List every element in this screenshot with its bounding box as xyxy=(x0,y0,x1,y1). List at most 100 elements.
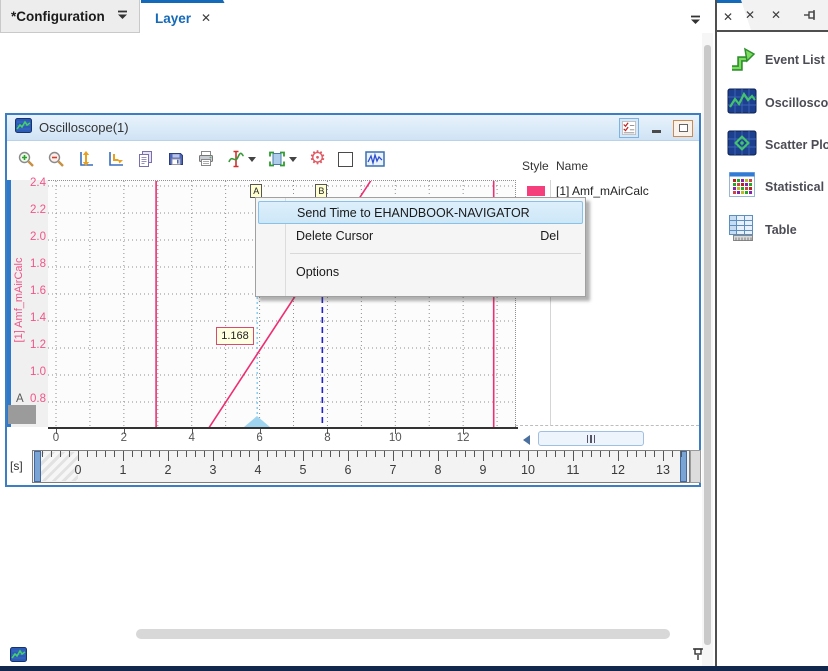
sidebar-item-event-list[interactable]: Event List xyxy=(727,44,828,76)
ruler-tick xyxy=(420,451,421,457)
sidebar-item-table[interactable]: Table xyxy=(727,214,828,246)
ruler-tick xyxy=(312,451,313,457)
cursor-value-tooltip: 1.168 xyxy=(216,327,254,345)
ruler-tick xyxy=(618,451,619,461)
ruler-number: 1 xyxy=(112,463,134,477)
cursor-a-handle[interactable] xyxy=(244,416,270,427)
chevron-down-icon[interactable] xyxy=(248,157,256,162)
ruler-tick xyxy=(600,451,601,457)
legend-style-swatch[interactable] xyxy=(527,186,545,196)
minimize-button[interactable] xyxy=(647,119,665,137)
sidebar-item-statistical-data[interactable]: Statistical Data xyxy=(727,171,828,203)
fit-height-button[interactable] xyxy=(75,147,97,171)
cursor-a-flag[interactable]: A xyxy=(250,184,262,198)
fit-width-button[interactable] xyxy=(105,147,127,171)
y-tick-label: 2.4 xyxy=(13,177,46,189)
ruler-tick xyxy=(96,451,97,457)
menu-item-delete-cursor[interactable]: Delete Cursor Del xyxy=(258,224,583,247)
legend-scrollbar-thumb[interactable] xyxy=(538,431,644,446)
statistical-data-icon xyxy=(727,171,757,204)
ruler-tick xyxy=(474,451,475,457)
zoom-in-button[interactable] xyxy=(15,147,37,171)
ruler-tick xyxy=(546,451,547,457)
ruler-tick xyxy=(105,451,106,457)
ruler-tick xyxy=(591,451,592,457)
ruler-tick xyxy=(276,451,277,457)
sidebar-item-label: Table xyxy=(765,223,797,237)
oscilloscope-icon xyxy=(727,88,757,119)
cursor-b-flag[interactable]: B xyxy=(315,184,327,198)
menu-item-label: Options xyxy=(296,265,339,279)
ruler-range-start-handle[interactable] xyxy=(34,451,41,482)
maximize-button[interactable] xyxy=(673,120,693,137)
chevron-down-icon[interactable] xyxy=(117,7,128,25)
display-box-toggle[interactable] xyxy=(336,147,355,171)
zoom-out-button[interactable] xyxy=(45,147,67,171)
ruler-tick xyxy=(177,451,178,457)
chevron-down-icon[interactable] xyxy=(289,157,297,162)
ruler-tick xyxy=(672,451,673,457)
ruler-number: 12 xyxy=(607,463,629,477)
arrange-tool-button[interactable] xyxy=(266,147,299,171)
ruler-tick xyxy=(681,451,682,457)
cursor-tool-button[interactable] xyxy=(225,147,258,171)
ruler-tick xyxy=(159,451,160,457)
ruler-number: 10 xyxy=(517,463,539,477)
ruler-number: 13 xyxy=(652,463,674,477)
menu-item-options[interactable]: Options xyxy=(258,260,583,283)
ruler-tick xyxy=(429,451,430,457)
ruler-tick xyxy=(537,451,538,457)
ruler-number: 11 xyxy=(562,463,584,477)
application-window: *Configuration Layer ✕ Oscilloscope(1) xyxy=(0,0,828,671)
sidebar-item-oscilloscope[interactable]: Oscilloscope xyxy=(727,87,828,119)
ruler-tick xyxy=(510,451,511,457)
save-button[interactable] xyxy=(165,147,187,171)
ruler-tick xyxy=(42,451,43,457)
ruler-number: 8 xyxy=(427,463,449,477)
print-button[interactable] xyxy=(195,147,217,171)
sidebar-item-label: Scatter Plot xyxy=(765,138,828,152)
x-tick-label: 4 xyxy=(179,432,205,444)
time-ruler[interactable]: 012345678910111213 xyxy=(32,450,690,483)
close-icon[interactable]: ✕ xyxy=(723,10,733,24)
tab-list-chevron-icon[interactable] xyxy=(690,12,701,30)
horizontal-scrollbar-thumb[interactable] xyxy=(136,629,670,639)
menu-item-send-time[interactable]: Send Time to EHANDBOOK-NAVIGATOR xyxy=(258,201,583,224)
ruler-tick xyxy=(195,451,196,457)
ruler-tick xyxy=(393,451,394,461)
x-tick-label: 6 xyxy=(247,432,273,444)
oscilloscope-taskbar-icon[interactable] xyxy=(10,647,27,667)
ruler-tick xyxy=(240,451,241,457)
tab-layer[interactable]: Layer ✕ xyxy=(141,0,239,33)
ruler-tick xyxy=(222,451,223,457)
sidebar-item-scatter-plot[interactable]: Scatter Plot xyxy=(727,129,828,161)
oscilloscope-toolbar: ⚙ xyxy=(7,141,699,177)
tab-configuration[interactable]: *Configuration xyxy=(0,0,140,33)
legend-scroll-left-arrow[interactable] xyxy=(523,435,530,445)
ruler-tick xyxy=(132,451,133,457)
pin-icon[interactable] xyxy=(691,645,705,666)
oscilloscope-display-toggle[interactable] xyxy=(363,147,387,171)
ruler-tick xyxy=(258,451,259,461)
settings-button[interactable]: ⚙ xyxy=(307,147,328,171)
ruler-tick xyxy=(231,451,232,457)
axis-handle[interactable] xyxy=(8,405,36,424)
ruler-tick xyxy=(294,451,295,457)
x-axis-line xyxy=(48,427,518,429)
legend-signal-name[interactable]: [1] Amf_mAirCalc xyxy=(556,184,649,198)
window-titlebar[interactable]: Oscilloscope(1) xyxy=(7,115,699,141)
ruler-tick xyxy=(402,451,403,457)
ruler-tick xyxy=(456,451,457,457)
close-icon[interactable]: ✕ xyxy=(771,8,781,22)
menu-shortcut: Del xyxy=(540,229,573,243)
signal-list-button[interactable] xyxy=(619,118,639,138)
copy-button[interactable] xyxy=(135,147,157,171)
pin-icon[interactable] xyxy=(803,8,819,27)
ruler-tick xyxy=(492,451,493,457)
context-menu: Send Time to EHANDBOOK-NAVIGATOR Delete … xyxy=(255,197,586,297)
ruler-tick xyxy=(123,451,124,461)
main-vertical-scrollbar[interactable] xyxy=(702,33,713,666)
vertical-scrollbar-thumb[interactable] xyxy=(704,45,711,645)
close-icon[interactable]: ✕ xyxy=(745,8,755,22)
close-icon[interactable]: ✕ xyxy=(201,11,211,25)
